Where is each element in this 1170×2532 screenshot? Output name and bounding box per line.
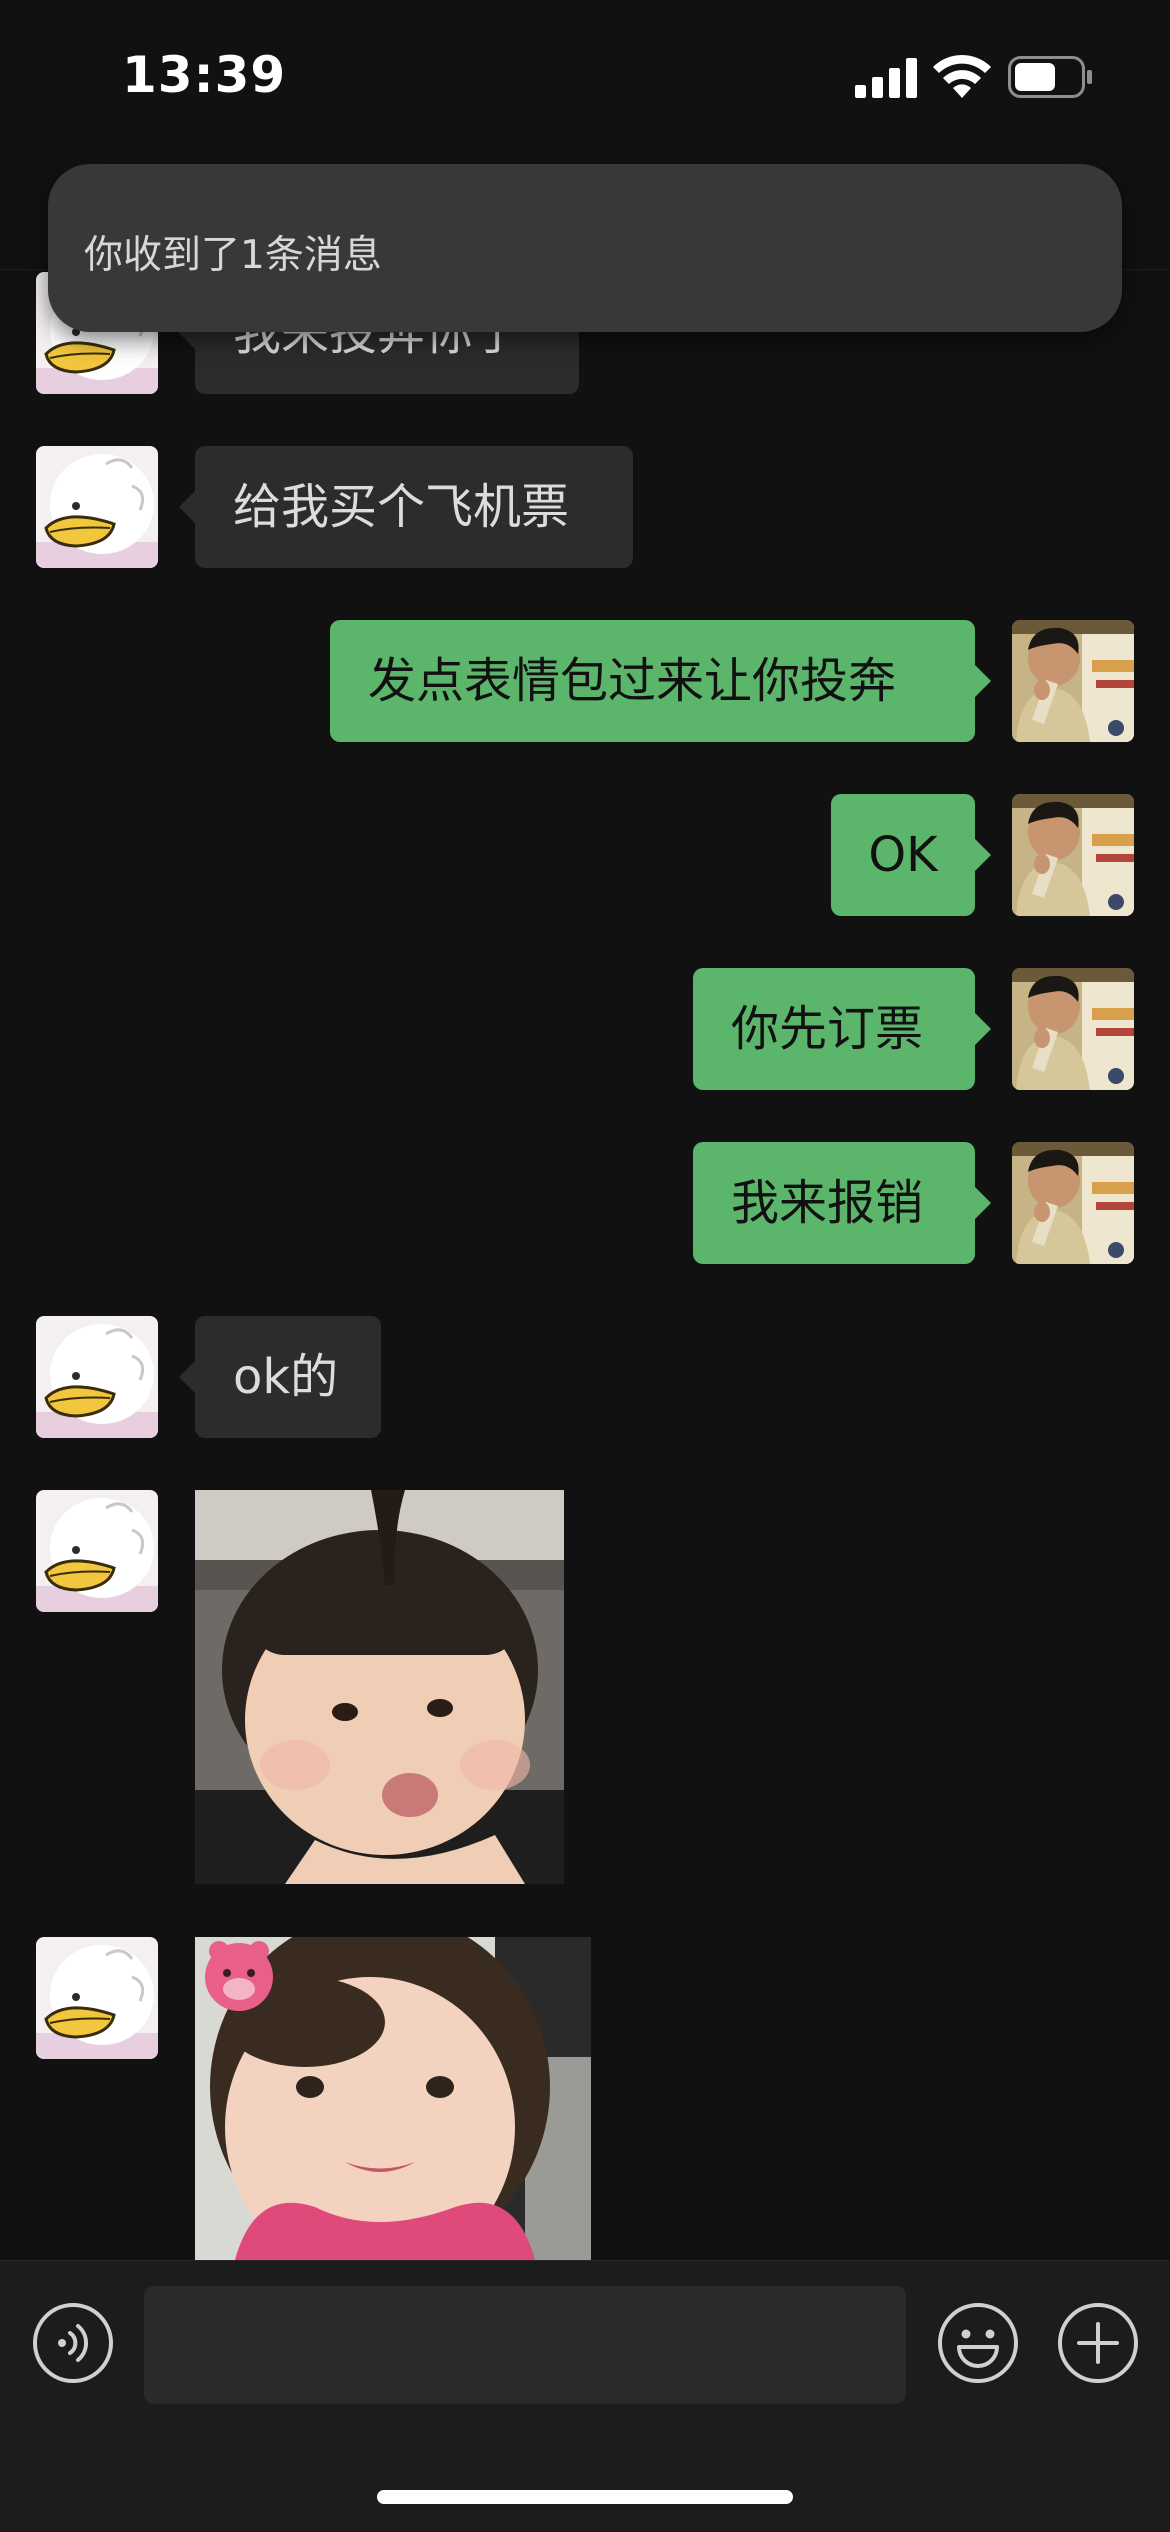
my-avatar[interactable] (1012, 794, 1134, 916)
sticker-image[interactable] (195, 1937, 591, 2260)
message-bubble-outgoing[interactable]: OK (831, 794, 991, 916)
my-avatar[interactable] (1012, 1142, 1134, 1264)
message-bubble-incoming[interactable]: 给我买个飞机票 (179, 446, 633, 568)
contact-avatar[interactable] (36, 1937, 158, 2059)
my-avatar[interactable] (1012, 968, 1134, 1090)
notification-banner[interactable]: 你收到了1条消息 (48, 164, 1122, 332)
contact-avatar[interactable] (36, 1490, 158, 1612)
message-input[interactable] (144, 2286, 906, 2404)
message-bubble-outgoing[interactable]: 我来报销 (693, 1142, 991, 1264)
chat-screen: 13:39 我来投奔你了 给我买个飞机票 发点表情包过来让你投奔 OK 你先订票… (0, 0, 1170, 2532)
notification-text: 你收到了1条消息 (84, 233, 382, 278)
message-bubble-outgoing[interactable]: 发点表情包过来让你投奔 (330, 620, 991, 742)
home-indicator[interactable] (377, 2490, 793, 2504)
contact-avatar[interactable] (36, 446, 158, 568)
status-bar: 13:39 (0, 0, 1170, 150)
message-bubble-outgoing[interactable]: 你先订票 (693, 968, 991, 1090)
message-bubble-incoming[interactable]: ok的 (179, 1316, 381, 1438)
status-time: 13:39 (122, 46, 287, 104)
plus-icon[interactable] (1057, 2302, 1139, 2384)
voice-icon[interactable] (32, 2302, 114, 2384)
battery-icon (1008, 56, 1092, 98)
signal-icon (855, 58, 917, 98)
wifi-icon (933, 54, 991, 98)
my-avatar[interactable] (1012, 620, 1134, 742)
emoji-icon[interactable] (937, 2302, 1019, 2384)
contact-avatar[interactable] (36, 1316, 158, 1438)
sticker-image[interactable] (195, 1490, 564, 1884)
